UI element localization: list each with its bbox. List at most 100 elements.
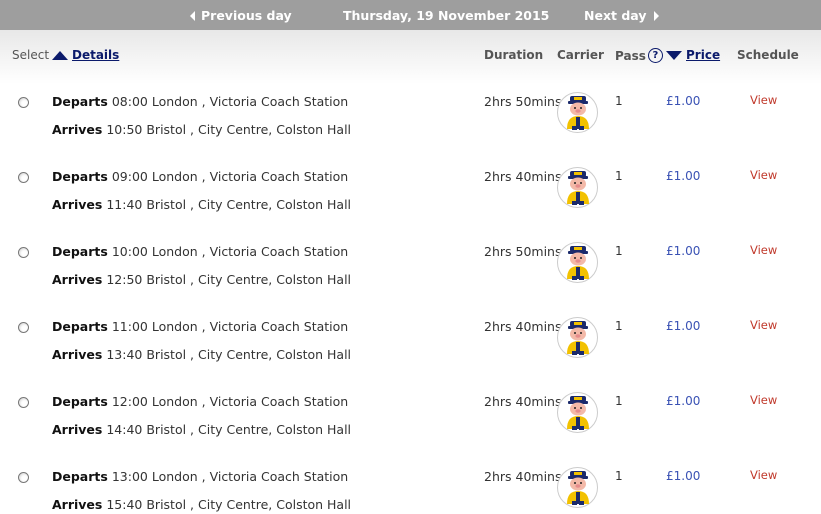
journey-select-radio[interactable] (18, 247, 29, 258)
previous-day-link[interactable]: Previous day (190, 8, 292, 23)
journey-select-radio[interactable] (18, 472, 29, 483)
header-details-sort[interactable]: Details (52, 48, 119, 62)
price-sort-link[interactable]: Price (686, 48, 720, 62)
departure-line: Departs 13:00 London , Victoria Coach Sta… (52, 469, 348, 484)
header-price-sort[interactable]: Price (666, 48, 720, 62)
arrives-label: Arrives (52, 497, 103, 512)
journey-select-radio[interactable] (18, 397, 29, 408)
header-pass-label: Pass (615, 48, 646, 63)
departs-label: Departs (52, 469, 108, 484)
sort-ascending-icon (52, 50, 68, 60)
view-schedule-link[interactable]: View (750, 318, 777, 332)
arrives-label: Arrives (52, 122, 103, 137)
journey-duration: 2hrs 40mins (484, 394, 562, 409)
journey-price: £1.00 (666, 244, 701, 258)
journey-row: Departs 09:00 London , Victoria Coach Sta… (0, 163, 821, 238)
arrival-info: 10:50 Bristol , City Centre, Colston Hal… (106, 122, 352, 137)
journey-price: £1.00 (666, 469, 701, 483)
view-schedule-link[interactable]: View (750, 243, 777, 257)
journey-row: Departs 10:00 London , Victoria Coach Sta… (0, 238, 821, 313)
departure-line: Departs 11:00 London , Victoria Coach Sta… (52, 319, 348, 334)
journey-row: Departs 11:00 London , Victoria Coach Sta… (0, 313, 821, 388)
carrier-mascot-icon (557, 467, 598, 508)
departure-line: Departs 08:00 London , Victoria Coach Sta… (52, 94, 348, 109)
carrier-mascot-icon (557, 167, 598, 208)
carrier-mascot-icon (557, 317, 598, 358)
arrival-line: Arrives 14:40 Bristol , City Centre, Cols… (52, 422, 351, 437)
journey-pass-count: 1 (615, 319, 623, 333)
view-schedule-link[interactable]: View (750, 93, 777, 107)
journey-row: Departs 12:00 London , Victoria Coach Sta… (0, 388, 821, 463)
arrives-label: Arrives (52, 197, 103, 212)
arrival-line: Arrives 10:50 Bristol , City Centre, Cols… (52, 122, 351, 137)
journey-select-radio[interactable] (18, 322, 29, 333)
view-schedule-link[interactable]: View (750, 168, 777, 182)
arrives-label: Arrives (52, 422, 103, 437)
departure-line: Departs 10:00 London , Victoria Coach Sta… (52, 244, 348, 259)
current-date: Thursday, 19 November 2015 (343, 8, 550, 23)
journey-price: £1.00 (666, 94, 701, 108)
departs-label: Departs (52, 244, 108, 259)
departs-label: Departs (52, 94, 108, 109)
departure-info: 10:00 London , Victoria Coach Station (111, 244, 349, 259)
journey-row: Departs 13:00 London , Victoria Coach Sta… (0, 463, 821, 514)
header-pass: Pass ? (615, 48, 663, 63)
header-duration: Duration (484, 48, 544, 62)
journey-duration: 2hrs 40mins (484, 469, 562, 484)
departs-label: Departs (52, 394, 108, 409)
previous-day-label: Previous day (201, 8, 292, 23)
carrier-mascot-icon (557, 92, 598, 133)
arrival-line: Arrives 12:50 Bristol , City Centre, Cols… (52, 272, 351, 287)
help-icon[interactable]: ? (647, 48, 663, 63)
journey-duration: 2hrs 40mins (484, 319, 562, 334)
journey-pass-count: 1 (615, 244, 623, 258)
carrier-mascot-icon (557, 392, 598, 433)
arrival-info: 15:40 Bristol , City Centre, Colston Hal… (106, 497, 352, 512)
journey-duration: 2hrs 50mins (484, 244, 562, 259)
view-schedule-link[interactable]: View (750, 468, 777, 482)
journey-price: £1.00 (666, 394, 701, 408)
journey-price: £1.00 (666, 169, 701, 183)
journey-select-radio[interactable] (18, 172, 29, 183)
arrival-info: 12:50 Bristol , City Centre, Colston Hal… (106, 272, 352, 287)
chevron-right-icon (654, 10, 660, 21)
journey-pass-count: 1 (615, 469, 623, 483)
journey-pass-count: 1 (615, 394, 623, 408)
chevron-left-icon (190, 10, 195, 21)
journey-pass-count: 1 (615, 169, 623, 183)
departure-line: Departs 12:00 London , Victoria Coach Sta… (52, 394, 348, 409)
arrival-info: 13:40 Bristol , City Centre, Colston Hal… (106, 347, 352, 362)
departure-info: 09:00 London , Victoria Coach Station (111, 169, 349, 184)
journey-price: £1.00 (666, 319, 701, 333)
next-day-label: Next day (584, 8, 647, 23)
journey-pass-count: 1 (615, 94, 623, 108)
arrival-info: 11:40 Bristol , City Centre, Colston Hal… (106, 197, 352, 212)
header-carrier: Carrier (557, 48, 604, 62)
header-select: Select (12, 48, 50, 62)
arrives-label: Arrives (52, 347, 103, 362)
journey-select-radio[interactable] (18, 97, 29, 108)
departure-info: 12:00 London , Victoria Coach Station (111, 394, 349, 409)
sort-descending-icon (666, 50, 682, 60)
departs-label: Departs (52, 319, 108, 334)
departs-label: Departs (52, 169, 108, 184)
arrival-info: 14:40 Bristol , City Centre, Colston Hal… (106, 422, 352, 437)
results-header: Select Details Duration Carrier Pass ? P… (0, 30, 821, 84)
view-schedule-link[interactable]: View (750, 393, 777, 407)
departure-info: 08:00 London , Victoria Coach Station (111, 94, 349, 109)
header-schedule: Schedule (737, 48, 799, 62)
next-day-link[interactable]: Next day (584, 8, 660, 23)
arrival-line: Arrives 13:40 Bristol , City Centre, Cols… (52, 347, 351, 362)
arrives-label: Arrives (52, 272, 103, 287)
journey-duration: 2hrs 40mins (484, 169, 562, 184)
departure-line: Departs 09:00 London , Victoria Coach Sta… (52, 169, 348, 184)
departure-info: 13:00 London , Victoria Coach Station (111, 469, 349, 484)
arrival-line: Arrives 15:40 Bristol , City Centre, Cols… (52, 497, 351, 512)
arrival-line: Arrives 11:40 Bristol , City Centre, Cols… (52, 197, 351, 212)
carrier-mascot-icon (557, 242, 598, 283)
details-sort-link[interactable]: Details (72, 48, 119, 62)
journey-duration: 2hrs 50mins (484, 94, 562, 109)
journey-row: Departs 08:00 London , Victoria Coach Sta… (0, 88, 821, 163)
departure-info: 11:00 London , Victoria Coach Station (111, 319, 349, 334)
day-navigation-bar: Previous day Thursday, 19 November 2015 … (0, 0, 821, 30)
